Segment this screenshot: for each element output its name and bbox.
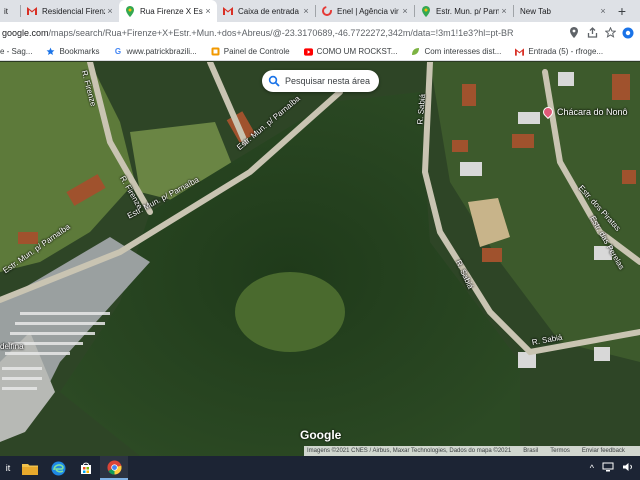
- tab-enel[interactable]: Enel | Agência vir ×: [316, 0, 414, 22]
- network-icon[interactable]: [602, 462, 614, 474]
- file-explorer-icon[interactable]: [16, 456, 44, 480]
- edge-icon[interactable]: [44, 456, 72, 480]
- tab-0[interactable]: it: [0, 0, 20, 22]
- bookmark-item[interactable]: e - Sag...: [0, 47, 32, 56]
- close-icon[interactable]: ×: [499, 6, 509, 16]
- maps-pin-icon: [421, 5, 431, 17]
- address-bar-actions: [562, 27, 640, 39]
- tab-new-tab[interactable]: New Tab ×: [514, 0, 612, 22]
- google-g-icon: G: [114, 47, 122, 56]
- tab-caixa-de-entrada[interactable]: Caixa de entrada ×: [217, 0, 315, 22]
- volume-icon[interactable]: [622, 462, 634, 474]
- youtube-icon: [303, 47, 313, 56]
- footer-link[interactable]: Termos: [550, 448, 570, 454]
- bookmark-label: Com interesses dist...: [424, 47, 502, 56]
- screen: it Residencial Firenze × Rua Firenze X E…: [0, 0, 640, 480]
- star-icon[interactable]: [604, 27, 616, 39]
- bookmark-label: Painel de Controle: [223, 47, 290, 56]
- panel-icon: [211, 47, 220, 56]
- tab-estr-mun[interactable]: Estr. Mun. p/ Parn ×: [415, 0, 513, 22]
- bookmarks-bar: e - Sag... Bookmarks G www.patrickbrazil…: [0, 43, 640, 61]
- bookmark-label: www.patrickbrazili...: [126, 47, 197, 56]
- leaf-icon: [411, 47, 420, 56]
- new-tab-button[interactable]: +: [612, 0, 632, 22]
- tab-title: Estr. Mun. p/ Parn: [436, 6, 499, 16]
- location-pin-icon[interactable]: [568, 27, 580, 39]
- gmail-icon: [515, 47, 525, 56]
- close-icon[interactable]: ×: [105, 6, 115, 16]
- bookmark-label: e - Sag...: [0, 47, 33, 56]
- search-icon: [268, 75, 280, 87]
- google-logo: Google: [300, 428, 342, 442]
- bookmark-label: Entrada (5) - rfroge...: [528, 47, 604, 56]
- tab-title: Enel | Agência vir: [337, 6, 399, 16]
- chrome-profile-icon[interactable]: [622, 27, 634, 39]
- tab-rua-firenze[interactable]: Rua Firenze X Estr. ×: [119, 0, 217, 22]
- bookmark-label: COMO UM ROCKST...: [316, 47, 398, 56]
- satellite-map[interactable]: Pesquisar nesta área Chácara do Nonô R. …: [0, 62, 640, 456]
- footer-link[interactable]: Brasil: [523, 448, 538, 454]
- tab-residencial-firenze[interactable]: Residencial Firenze ×: [21, 0, 119, 22]
- bookmark-item[interactable]: Bookmarks: [46, 47, 99, 56]
- tab-title: Residencial Firenze: [42, 6, 105, 16]
- tab-title: Caixa de entrada: [238, 6, 299, 16]
- close-icon[interactable]: ×: [301, 6, 311, 16]
- system-tray: ^: [590, 462, 640, 474]
- clearing: [235, 272, 345, 352]
- search-this-area-button[interactable]: Pesquisar nesta área: [262, 70, 380, 92]
- enel-icon: [322, 6, 332, 16]
- store-icon[interactable]: [72, 456, 100, 480]
- chrome-icon[interactable]: [100, 456, 128, 480]
- footer-link[interactable]: Enviar feedback: [582, 448, 625, 454]
- maps-pin-icon: [125, 5, 135, 17]
- map-attribution-bar: Imagens ©2021 CNES / Airbus, Maxar Techn…: [304, 446, 640, 456]
- tab-title: New Tab: [520, 6, 551, 16]
- satellite-imagery: [0, 62, 640, 456]
- attribution-text: Imagens ©2021 CNES / Airbus, Maxar Techn…: [307, 448, 512, 454]
- bookmark-item[interactable]: COMO UM ROCKST...: [303, 47, 398, 56]
- gmail-icon: [27, 6, 37, 16]
- tray-chevron-icon[interactable]: ^: [590, 463, 594, 473]
- bookmark-item[interactable]: G www.patrickbrazili...: [113, 47, 197, 56]
- close-icon[interactable]: ×: [400, 6, 410, 16]
- bookmark-label: Bookmarks: [59, 47, 100, 56]
- bookmark-item[interactable]: Com interesses dist...: [411, 47, 501, 56]
- taskbar-start-fragment[interactable]: it: [0, 456, 16, 480]
- url-path: /maps/search/Rua+Firenze+X+Estr.+Mun.+do…: [48, 27, 514, 38]
- address-bar-row: google.com/maps/search/Rua+Firenze+X+Est…: [0, 22, 640, 43]
- share-icon[interactable]: [586, 27, 598, 39]
- tab-title: it: [4, 6, 8, 16]
- tab-title: Rua Firenze X Estr.: [140, 6, 203, 16]
- road-label: delfina: [0, 342, 24, 351]
- close-icon[interactable]: ×: [598, 6, 608, 16]
- tab-strip: it Residencial Firenze × Rua Firenze X E…: [0, 0, 640, 22]
- gmail-icon: [223, 6, 233, 16]
- search-this-area-label: Pesquisar nesta área: [285, 76, 371, 86]
- taskbar-fragment-label: it: [5, 463, 11, 473]
- url-host: google.com: [2, 27, 49, 38]
- close-icon[interactable]: ×: [203, 6, 213, 16]
- place-name: Chácara do Nonô: [557, 107, 628, 117]
- bookmark-item[interactable]: Entrada (5) - rfroge...: [515, 47, 603, 56]
- taskbar: it ^: [0, 456, 640, 480]
- bookmark-item[interactable]: Painel de Controle: [211, 47, 290, 56]
- map-pin-icon: [540, 104, 556, 120]
- place-marker[interactable]: Chácara do Nonô: [540, 104, 628, 120]
- url-field[interactable]: google.com/maps/search/Rua+Firenze+X+Est…: [0, 23, 562, 42]
- star-icon: [46, 47, 55, 56]
